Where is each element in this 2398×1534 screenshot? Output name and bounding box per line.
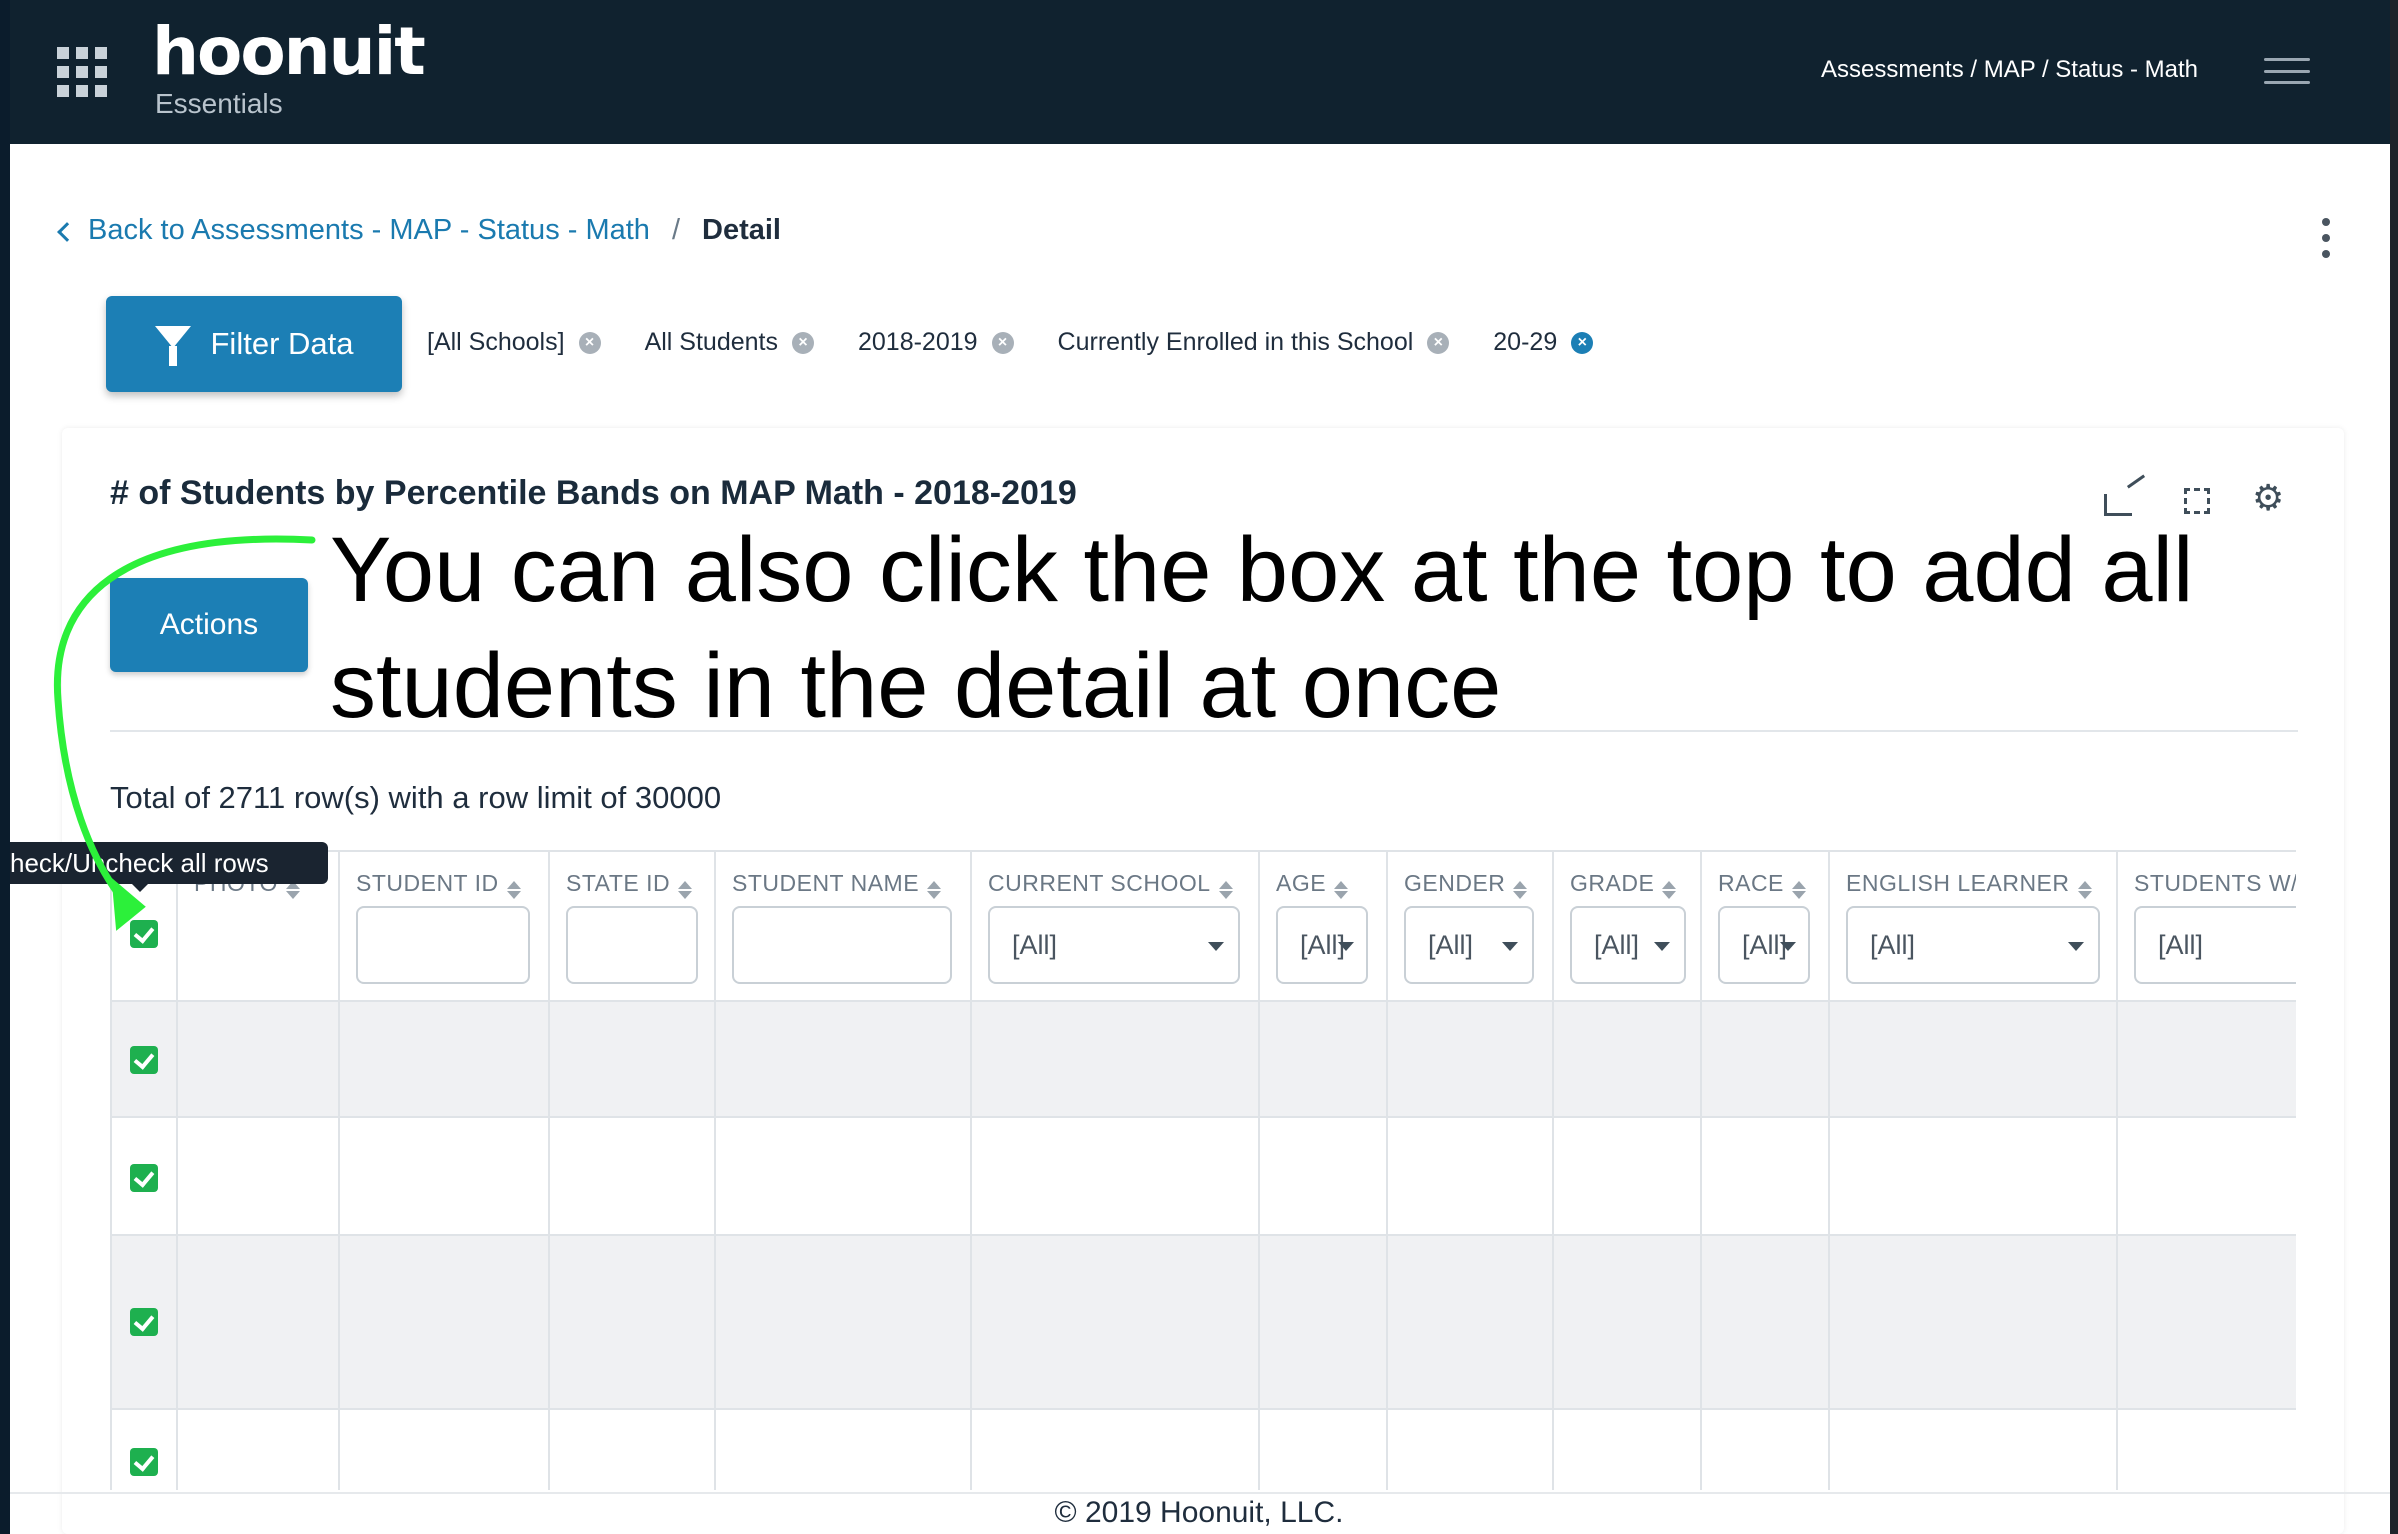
remove-filter-icon[interactable]: × (578, 331, 601, 354)
filter-chip-percentile: 20-29 × (1493, 328, 1594, 357)
back-link[interactable]: Back to Assessments - MAP - Status - Mat… (88, 214, 650, 247)
filter-chip-label: 2018-2019 (857, 328, 978, 356)
select-all-checkbox[interactable] (130, 920, 158, 948)
divider (110, 730, 2298, 732)
column-students-with: STUDENTS W/ [All] (2118, 852, 2296, 1490)
breadcrumb-current: Detail (702, 214, 781, 246)
current-school-select[interactable]: [All] (988, 906, 1240, 984)
student-name-filter-input[interactable] (732, 906, 952, 984)
chevron-down-icon (1654, 942, 1670, 951)
filter-chip-label: [All Schools] (427, 328, 565, 356)
remove-filter-icon[interactable]: × (1427, 331, 1450, 354)
window-edge-right (2390, 0, 2398, 1534)
check-all-tooltip: heck/Uncheck all rows (10, 842, 328, 884)
footer-divider (10, 1492, 2390, 1494)
more-options-icon[interactable] (2321, 218, 2331, 258)
column-header[interactable]: STUDENT ID (356, 870, 521, 899)
funnel-icon (154, 326, 191, 366)
row-count-text: Total of 2711 row(s) with a row limit of… (110, 780, 722, 815)
remove-filter-icon[interactable]: × (791, 331, 814, 354)
row-checkbox[interactable] (130, 1308, 158, 1336)
filter-data-label: Filter Data (210, 326, 354, 361)
column-header[interactable]: STATE ID (566, 870, 693, 899)
column-header[interactable]: ENGLISH LEARNER (1846, 870, 2092, 899)
column-age: AGE [All] (1260, 852, 1388, 1490)
chevron-down-icon (2068, 942, 2084, 951)
settings-gear-icon[interactable]: ⚙ (2252, 478, 2292, 518)
card-title: # of Students by Percentile Bands on MAP… (110, 474, 1077, 512)
column-header[interactable]: GENDER (1404, 870, 1528, 899)
english-learner-select[interactable]: [All] (1846, 906, 2100, 984)
filter-chip-students: All Students × (645, 328, 814, 357)
filter-chips: [All Schools] × All Students × 2018-2019… (427, 328, 1637, 357)
filter-chip-schools: [All Schools] × (427, 328, 601, 357)
footer-copyright: © 2019 Hoonuit, LLC. (1054, 1496, 1344, 1529)
student-id-filter-input[interactable] (356, 906, 530, 984)
state-id-filter-input[interactable] (566, 906, 698, 984)
row-checkbox[interactable] (130, 1046, 158, 1074)
column-state-id: STATE ID (550, 852, 716, 1490)
hamburger-menu-icon[interactable] (2264, 58, 2310, 84)
tooltip-arrow (130, 882, 150, 892)
student-table: PHOTO STUDENT ID STATE ID STUDENT NAME C… (110, 850, 2296, 1490)
chevron-down-icon (1208, 942, 1224, 951)
nav-breadcrumb: Assessments / MAP / Status - Math (1820, 56, 2198, 83)
grade-select[interactable]: [All] (1570, 906, 1686, 984)
photo-column: PHOTO (178, 852, 340, 1490)
chevron-down-icon (1502, 942, 1518, 951)
column-current-school: CURRENT SCHOOL [All] (972, 852, 1260, 1490)
column-english-learner: ENGLISH LEARNER [All] (1830, 852, 2118, 1490)
column-student-id: STUDENT ID (340, 852, 550, 1490)
column-student-name: STUDENT NAME (716, 852, 972, 1490)
actions-button[interactable]: Actions (110, 578, 308, 672)
select-column (112, 852, 178, 1490)
annotation-text: You can also click the box at the top to… (330, 519, 2194, 737)
column-header[interactable]: GRADE (1570, 870, 1677, 899)
row-checkbox[interactable] (130, 1164, 158, 1192)
top-nav-bar: hoonuit Essentials Assessments / MAP / S… (10, 0, 2390, 144)
breadcrumb: Back to Assessments - MAP - Status - Mat… (57, 214, 781, 247)
column-header[interactable]: STUDENTS W/ (2134, 870, 2296, 897)
filter-chip-label: All Students (644, 328, 778, 356)
filter-data-button[interactable]: Filter Data (106, 296, 402, 392)
apps-grid-icon[interactable] (57, 47, 107, 97)
row-checkbox[interactable] (130, 1448, 158, 1476)
filter-chip-label: 20-29 (1493, 328, 1558, 356)
chevron-down-icon (1338, 942, 1354, 951)
race-select[interactable]: [All] (1718, 906, 1810, 984)
remove-filter-icon[interactable]: × (1571, 331, 1594, 354)
chevron-down-icon (1780, 942, 1796, 951)
column-header[interactable]: AGE (1276, 870, 1349, 899)
age-select[interactable]: [All] (1276, 906, 1368, 984)
remove-filter-icon[interactable]: × (991, 331, 1014, 354)
column-gender: GENDER [All] (1388, 852, 1554, 1490)
column-header[interactable]: RACE (1718, 870, 1806, 899)
students-with-select[interactable]: [All] (2134, 906, 2296, 984)
column-header[interactable]: STUDENT NAME (732, 870, 942, 899)
filter-chip-enrollment: Currently Enrolled in this School × (1058, 328, 1450, 357)
filter-chip-year: 2018-2019 × (858, 328, 1014, 357)
gender-select[interactable]: [All] (1404, 906, 1534, 984)
breadcrumb-separator: / (671, 214, 680, 246)
filter-chip-label: Currently Enrolled in this School (1057, 328, 1414, 356)
column-header[interactable]: CURRENT SCHOOL (988, 870, 1233, 899)
column-race: RACE [All] (1702, 852, 1830, 1490)
chevron-left-icon[interactable] (57, 221, 77, 242)
window-edge-left (0, 0, 10, 1534)
logo[interactable]: hoonuit (152, 14, 426, 90)
column-grade: GRADE [All] (1554, 852, 1702, 1490)
logo-subtitle: Essentials (155, 88, 283, 119)
